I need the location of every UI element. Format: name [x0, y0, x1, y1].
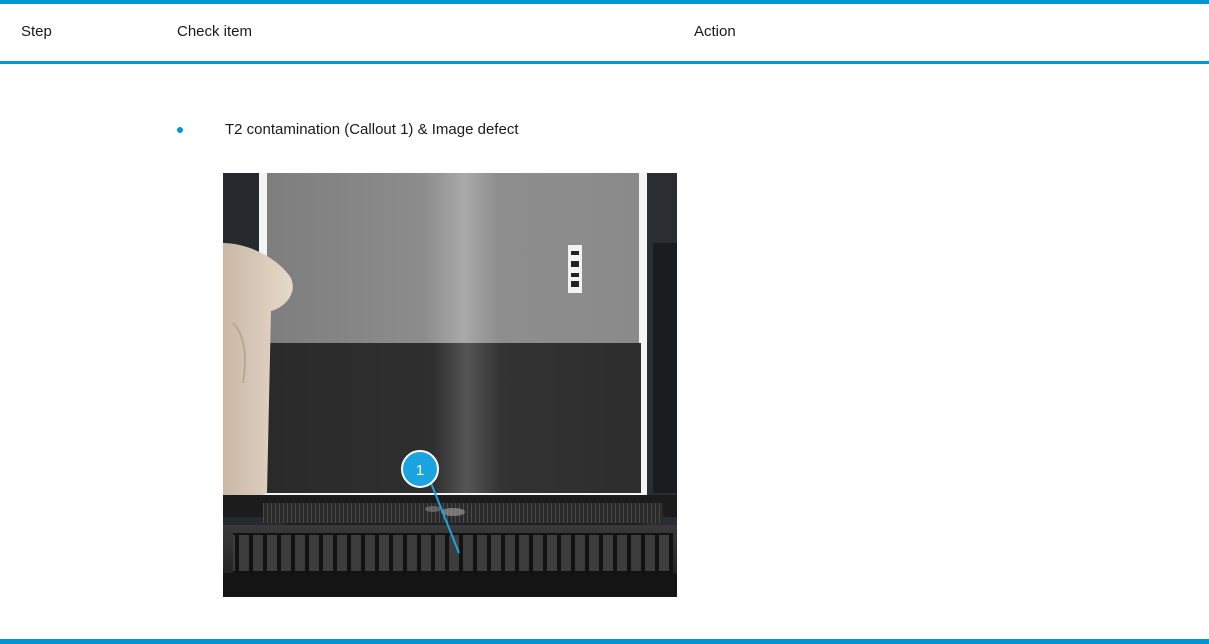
table-bottom-rule — [0, 639, 1209, 644]
header-check-item: Check item — [177, 23, 253, 40]
callout-1-label: 1 — [416, 462, 424, 479]
bullet-dot-icon — [177, 127, 183, 133]
table-top-rule — [0, 0, 1209, 4]
header-step: Step — [21, 23, 52, 40]
header-divider-rule — [0, 61, 1209, 64]
check-item-bullet-text: T2 contamination (Callout 1) & Image def… — [225, 121, 519, 138]
header-action: Action — [694, 23, 736, 40]
t2-contamination-photo: 1 — [223, 173, 677, 597]
